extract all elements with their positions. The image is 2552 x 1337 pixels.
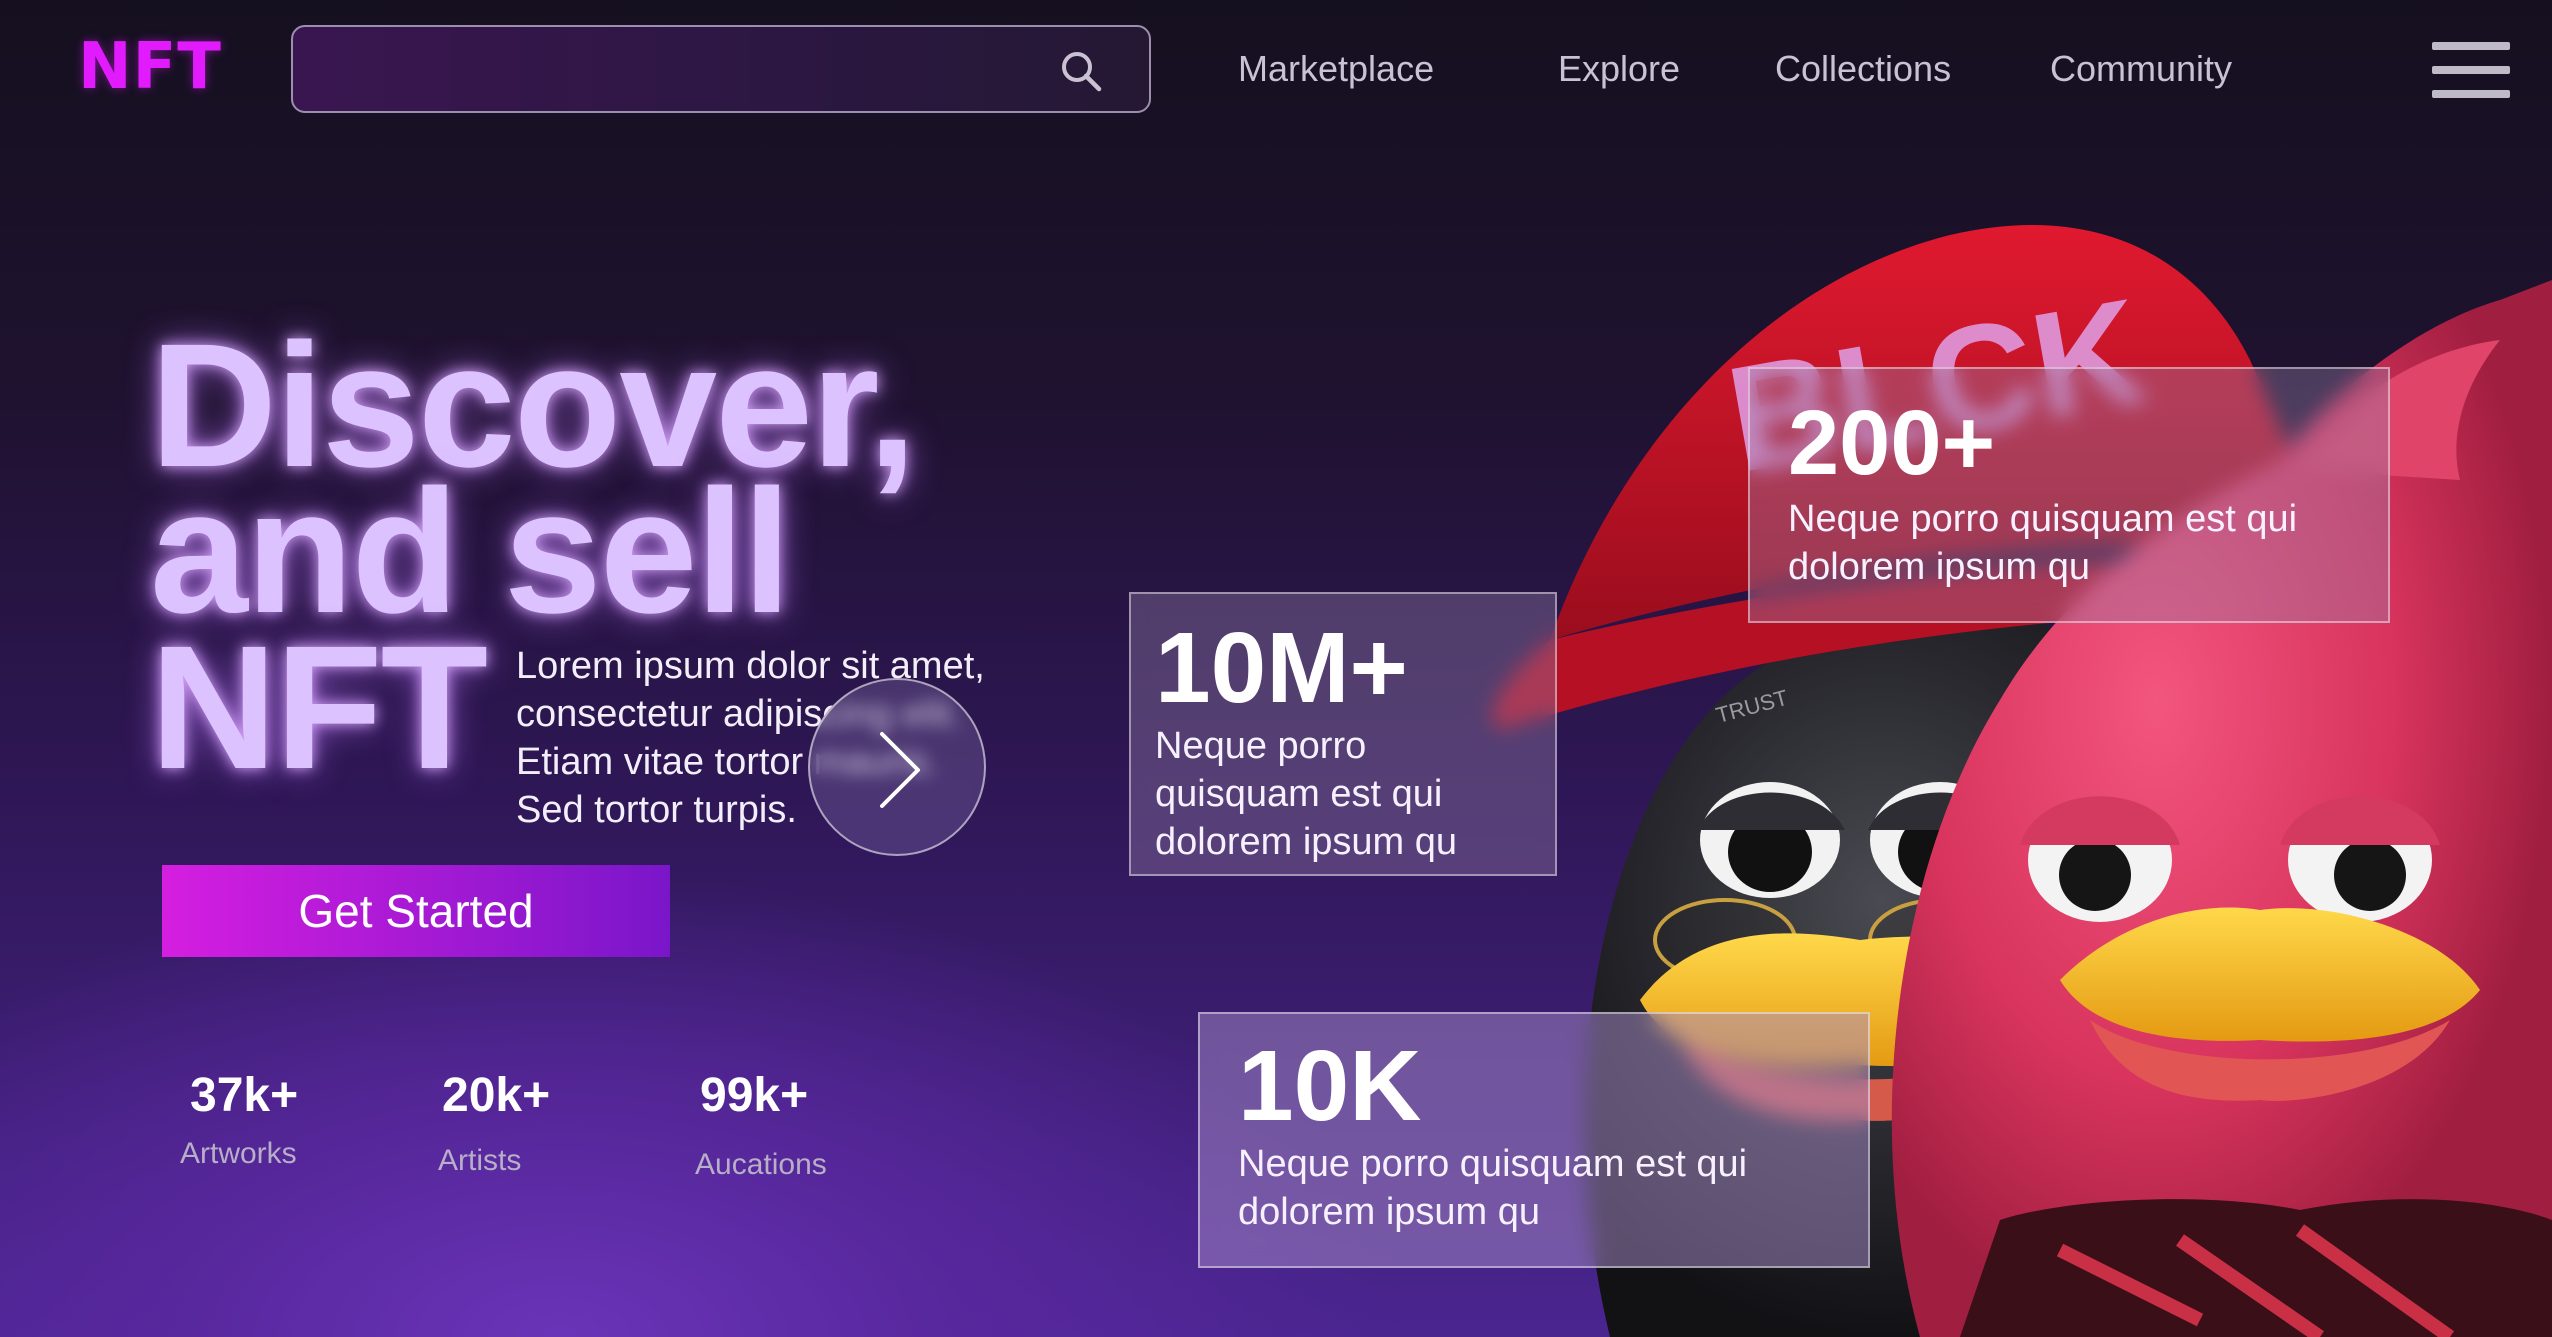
get-started-button[interactable]: Get Started — [162, 865, 670, 957]
nav-community[interactable]: Community — [2050, 48, 2232, 90]
logo[interactable]: NFT — [78, 30, 222, 104]
search-icon[interactable] — [1059, 49, 1103, 93]
hero-description-line: Lorem ipsum dolor sit amet, — [516, 645, 985, 687]
chevron-right-icon — [880, 732, 920, 808]
card-value: 10K — [1238, 1030, 1422, 1142]
stat-card-10k: 10K Neque porro quisquam est qui dolorem… — [1198, 1012, 1870, 1268]
hero-title-line-3: NFT — [150, 610, 488, 806]
stat-auctions: 99k+ — [700, 1068, 808, 1123]
stat-card-10m: 10M+ Neque porro quisquam est qui dolore… — [1129, 592, 1557, 876]
nav-explore[interactable]: Explore — [1558, 48, 1680, 90]
search-input[interactable] — [313, 37, 1017, 103]
stat-value: 37k+ — [190, 1069, 299, 1122]
stat-label: Artworks — [180, 1137, 297, 1170]
hamburger-menu-icon[interactable] — [2432, 42, 2510, 98]
stat-artists: 20k+ — [442, 1068, 550, 1123]
stat-artworks: 37k+ — [190, 1068, 298, 1123]
stat-label: Artists — [438, 1144, 522, 1177]
stat-card-200: 200+ Neque porro quisquam est qui dolore… — [1748, 367, 2390, 623]
card-description: Neque porro quisquam est qui dolorem ips… — [1155, 725, 1458, 863]
next-arrow-button[interactable] — [808, 678, 986, 856]
card-description: Neque porro quisquam est qui dolorem ips… — [1788, 498, 2298, 588]
card-value: 200+ — [1788, 392, 1996, 494]
card-description: Neque porro quisquam est qui dolorem ips… — [1238, 1143, 1748, 1233]
search-bar[interactable] — [291, 25, 1151, 113]
nav-collections[interactable]: Collections — [1775, 48, 1951, 90]
stat-value: 99k+ — [700, 1069, 809, 1122]
card-value: 10M+ — [1155, 612, 1408, 724]
stat-value: 20k+ — [442, 1069, 551, 1122]
nav-marketplace[interactable]: Marketplace — [1238, 48, 1434, 90]
stat-label: Aucations — [695, 1148, 827, 1181]
